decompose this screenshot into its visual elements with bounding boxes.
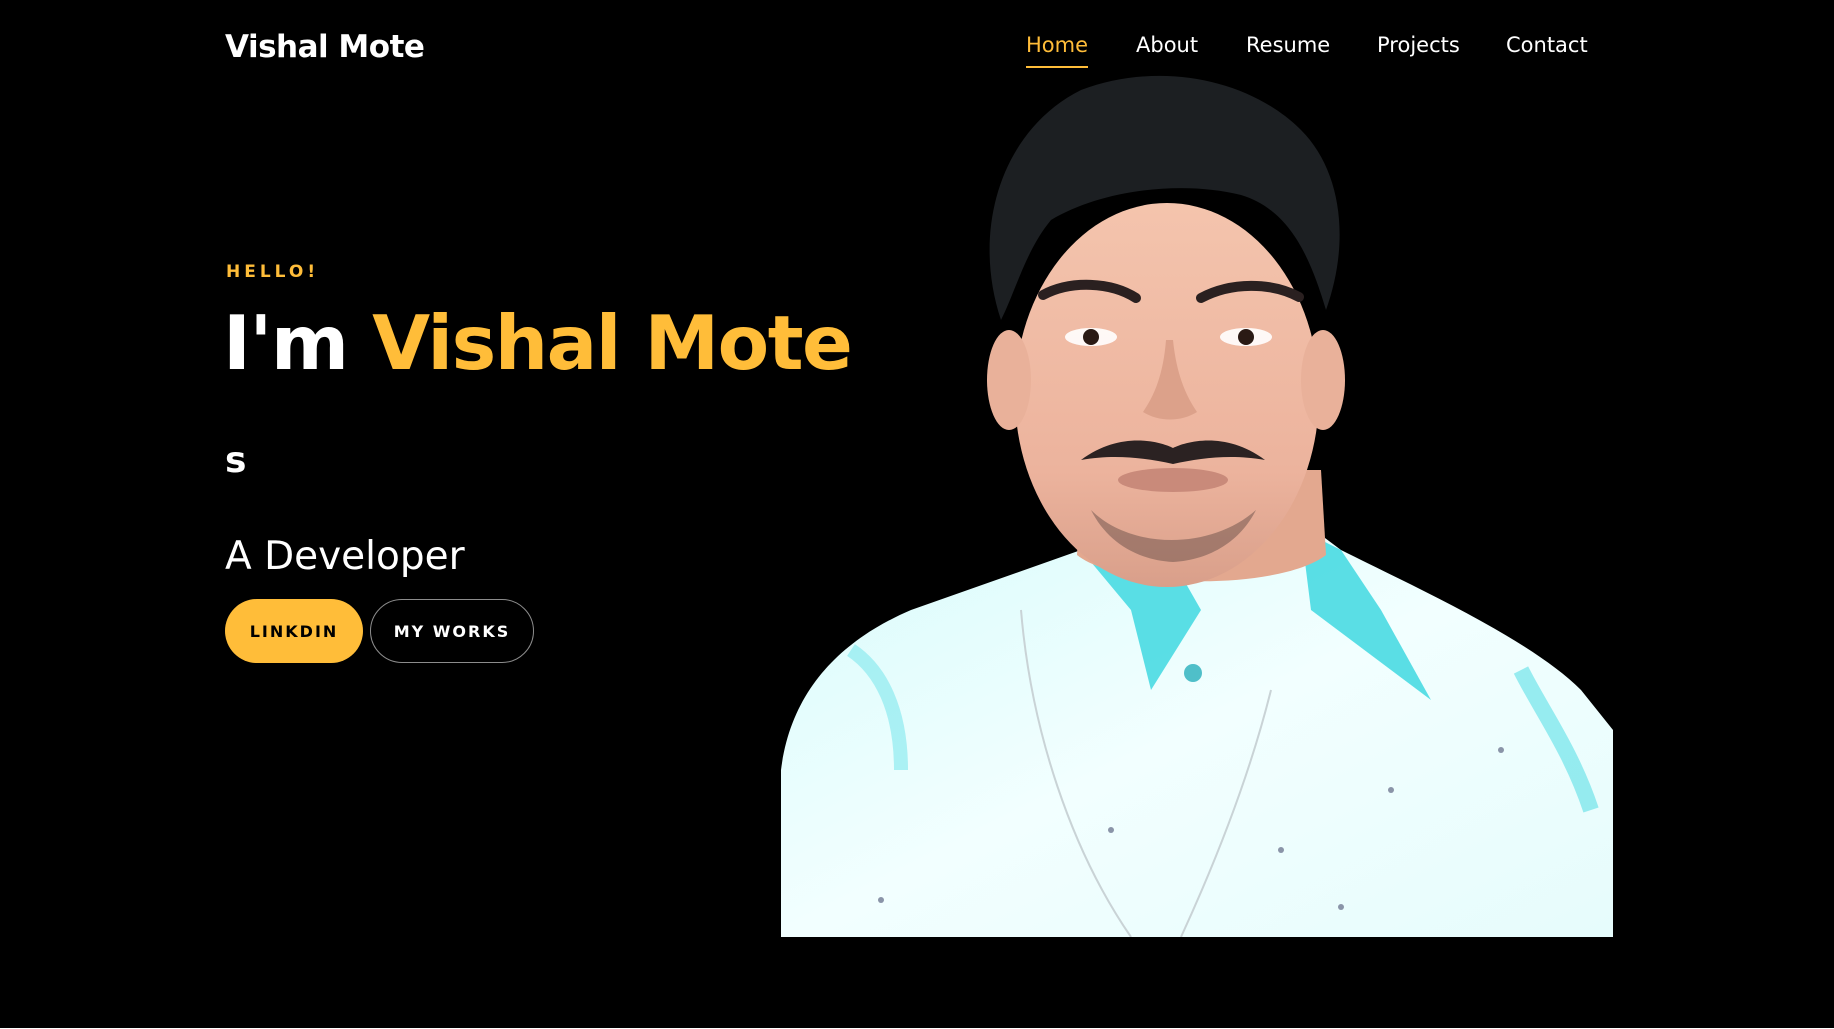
hero-section: Vishal Mote Home About Resume Projects C… <box>0 0 1834 1028</box>
site-logo[interactable]: Vishal Mote <box>225 29 425 65</box>
my-works-button[interactable]: MY WORKS <box>370 599 534 663</box>
profile-photo <box>781 50 1613 937</box>
headline-prefix: I'm <box>223 299 373 387</box>
typed-text: s <box>225 440 247 481</box>
headline-name: Vishal Mote <box>372 299 853 387</box>
role-text: A Developer <box>225 534 465 579</box>
linkedin-button[interactable]: LINKDIN <box>225 599 363 663</box>
greeting-label: HELLO! <box>226 262 320 282</box>
hero-headline: I'm Vishal Mote <box>223 299 853 387</box>
